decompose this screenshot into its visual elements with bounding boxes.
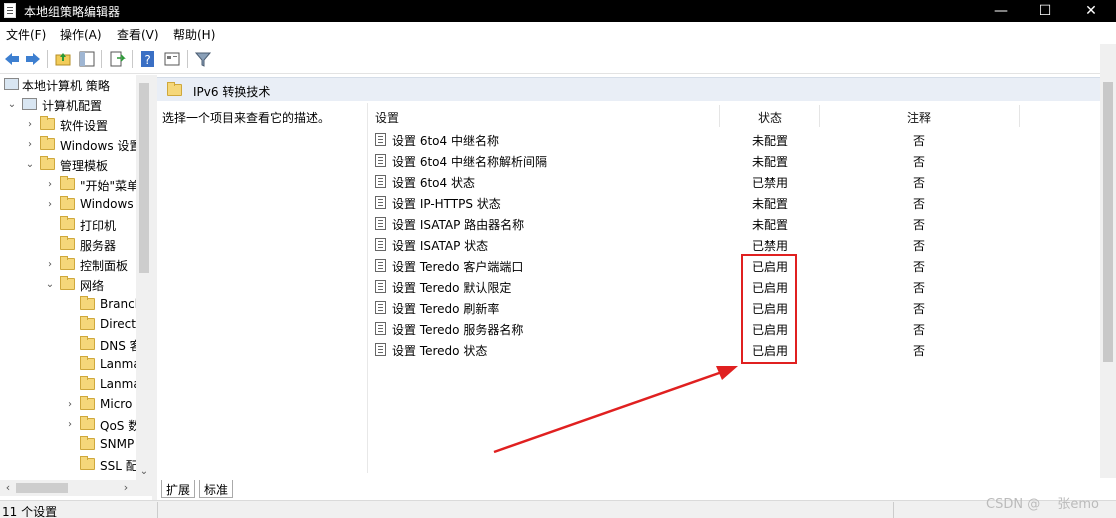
- annotation-arrow: [493, 366, 738, 454]
- tab-standard[interactable]: 标准: [199, 480, 234, 498]
- watermark: CSDN @ 张emo: [986, 497, 1099, 512]
- view-tabs: 扩展 标准: [157, 478, 1116, 500]
- status-separator: [893, 502, 894, 518]
- status-text: 11 个设置: [2, 505, 58, 518]
- tab-extended[interactable]: 扩展: [161, 480, 196, 498]
- status-separator: [157, 502, 158, 518]
- status-bar: 11 个设置: [0, 500, 1116, 518]
